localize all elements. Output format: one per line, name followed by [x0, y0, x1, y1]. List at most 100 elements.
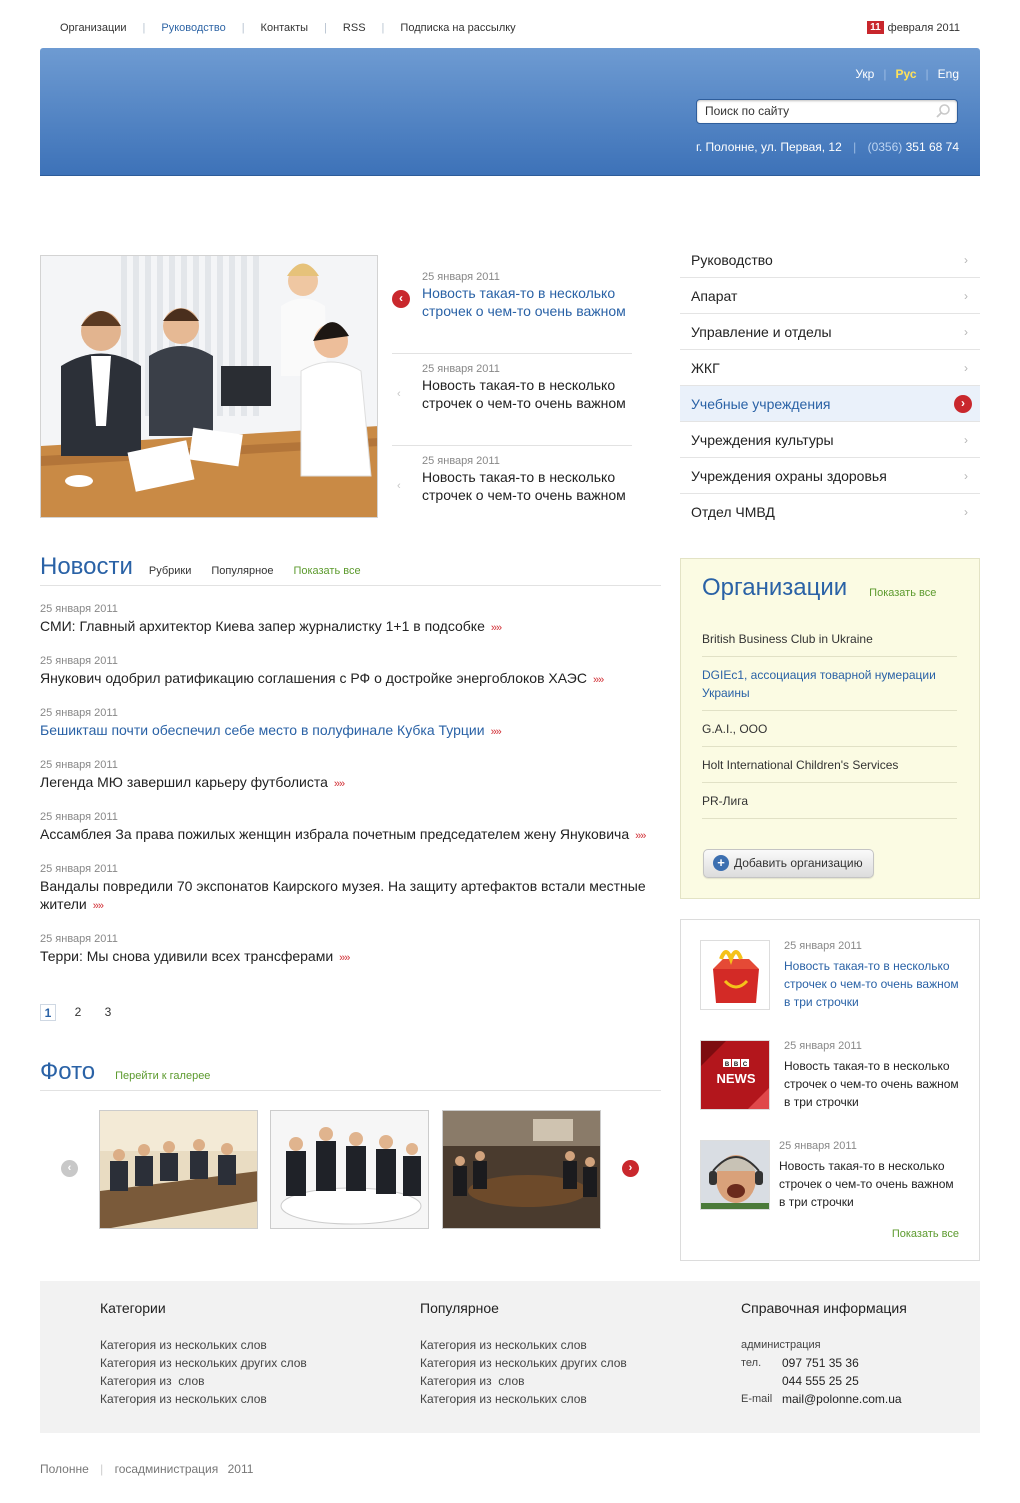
- news-title[interactable]: СМИ: Главный архитектор Киева запер журн…: [40, 618, 485, 634]
- more-arrows-icon[interactable]: »»: [593, 674, 604, 686]
- lang-eng[interactable]: Eng: [938, 67, 959, 81]
- email-link[interactable]: mail@polonne.com.ua: [782, 1390, 902, 1408]
- organization-item[interactable]: G.A.I., ООО: [702, 711, 957, 747]
- news-title-link[interactable]: Янукович одобрил ратификацию соглашения …: [40, 669, 661, 689]
- news-title-link[interactable]: СМИ: Главный архитектор Киева запер журн…: [40, 617, 661, 637]
- news-title-link[interactable]: Вандалы повредили 70 экспонатов Каирског…: [40, 877, 661, 915]
- menu-item-emergency[interactable]: Отдел ЧМВД ›: [680, 494, 980, 530]
- more-arrows-icon[interactable]: »»: [491, 726, 502, 738]
- news-date: 25 января 2011: [40, 759, 118, 771]
- page-2[interactable]: 2: [70, 1004, 86, 1021]
- gallery-thumbnail[interactable]: [270, 1110, 429, 1229]
- gallery-thumbnail[interactable]: [442, 1110, 601, 1229]
- divider: |: [853, 140, 857, 154]
- side-news-show-all-link[interactable]: Показать все: [892, 1228, 959, 1240]
- featured-news-item[interactable]: ‹ 25 января 2011 Новость такая-то в неск…: [392, 262, 632, 354]
- menu-item-apparatus[interactable]: Апарат ›: [680, 278, 980, 314]
- side-news-thumbnail[interactable]: [700, 1140, 770, 1210]
- page-1[interactable]: 1: [40, 1004, 56, 1021]
- menu-item-leadership[interactable]: Руководство ›: [680, 242, 980, 278]
- date-day-badge: 11: [867, 21, 884, 34]
- more-arrows-icon[interactable]: »»: [635, 830, 646, 842]
- more-arrows-icon[interactable]: »»: [339, 952, 350, 964]
- side-news-item[interactable]: B B C NEWS 25 января 2011 Новость такая-…: [700, 1040, 965, 1112]
- lang-rus[interactable]: Рус: [895, 67, 916, 81]
- organizations-show-all-link[interactable]: Показать все: [869, 587, 936, 599]
- featured-news-item[interactable]: ‹ 25 января 2011 Новость такая-то в неск…: [392, 354, 632, 446]
- footer-link[interactable]: Категория из слов: [420, 1372, 627, 1390]
- topnav-item-leadership[interactable]: Руководство: [161, 22, 225, 34]
- news-title[interactable]: Ассамблея За права пожилых женщин избрал…: [40, 826, 629, 842]
- add-organization-label: Добавить организацию: [734, 856, 863, 870]
- organization-item[interactable]: Holt International Children's Services: [702, 747, 957, 783]
- news-title-link[interactable]: Ассамблея За права пожилых женщин избрал…: [40, 825, 661, 845]
- featured-news-item[interactable]: ‹ 25 января 2011 Новость такая-то в неск…: [392, 446, 632, 538]
- side-news-thumbnail[interactable]: [700, 940, 770, 1010]
- menu-item-health[interactable]: Учреждения охраны здоровья ›: [680, 458, 980, 494]
- footer-link[interactable]: Категория из нескольких слов: [420, 1336, 627, 1354]
- menu-item-housing[interactable]: ЖКГ ›: [680, 350, 980, 386]
- footer-link[interactable]: Категория из слов: [100, 1372, 307, 1390]
- footer-link[interactable]: Категория из нескольких других слов: [100, 1354, 307, 1372]
- topnav-item-contacts[interactable]: Контакты: [261, 22, 309, 34]
- carousel-prev-icon[interactable]: ‹: [61, 1160, 78, 1177]
- news-title-link[interactable]: Легенда МЮ завершил карьеру футболиста »»: [40, 773, 661, 793]
- contact-line: г. Полонне, ул. Первая, 12 | (0356) 351 …: [696, 140, 959, 154]
- side-news-thumbnail[interactable]: B B C NEWS: [700, 1040, 770, 1110]
- side-news-item[interactable]: 25 января 2011 Новость такая-то в нескол…: [700, 940, 965, 1012]
- footer-link[interactable]: Категория из нескольких слов: [420, 1390, 627, 1408]
- topnav-item-subscribe[interactable]: Подписка на рассылку: [400, 22, 515, 34]
- empty-label: [741, 1372, 782, 1390]
- organizations-heading: Организации: [702, 574, 848, 601]
- menu-item-education[interactable]: Учебные учреждения ›: [680, 386, 980, 422]
- side-news-item[interactable]: 25 января 2011 Новость такая-то в нескол…: [700, 1140, 965, 1212]
- news-title[interactable]: Легенда МЮ завершил карьеру футболиста: [40, 774, 328, 790]
- featured-photo[interactable]: [40, 255, 378, 518]
- more-arrows-icon[interactable]: »»: [93, 900, 104, 912]
- news-show-all-link[interactable]: Показать все: [293, 565, 360, 577]
- news-title[interactable]: Новость такая-то в несколько строчек о ч…: [784, 1057, 964, 1111]
- news-title-link[interactable]: Бешикташ почти обеспечил себе место в по…: [40, 721, 661, 741]
- chevron-right-icon: ›: [964, 289, 968, 303]
- news-title[interactable]: Новость такая-то в несколько строчек о ч…: [784, 957, 964, 1011]
- footer-link[interactable]: Категория из нескольких слов: [100, 1336, 307, 1354]
- organization-item[interactable]: PR-Лига: [702, 783, 957, 819]
- tab-categories[interactable]: Рубрики: [149, 565, 191, 577]
- news-title[interactable]: Янукович одобрил ратификацию соглашения …: [40, 670, 587, 686]
- chevron-right-icon: ›: [964, 361, 968, 375]
- news-title[interactable]: Новость такая-то в несколько строчек о ч…: [779, 1157, 959, 1211]
- topnav-item-rss[interactable]: RSS: [343, 22, 366, 34]
- news-title[interactable]: Бешикташ почти обеспечил себе место в по…: [40, 722, 485, 738]
- divider: |: [883, 67, 887, 81]
- more-arrows-icon[interactable]: »»: [334, 778, 345, 790]
- more-arrows-icon[interactable]: »»: [491, 622, 502, 634]
- menu-item-departments[interactable]: Управление и отделы ›: [680, 314, 980, 350]
- organization-item[interactable]: British Business Club in Ukraine: [702, 621, 957, 657]
- news-title[interactable]: Терри: Мы снова удивили всех трансферами: [40, 948, 333, 964]
- news-title[interactable]: Новость такая-то в несколько строчек о ч…: [422, 468, 632, 504]
- search-icon[interactable]: [935, 103, 951, 119]
- list-item: 25 января 2011 Ассамблея За права пожилы…: [40, 811, 661, 845]
- tab-popular[interactable]: Популярное: [211, 565, 273, 577]
- news-title[interactable]: Новость такая-то в несколько строчек о ч…: [422, 284, 632, 320]
- phone-code: (0356): [867, 140, 903, 154]
- footer-link[interactable]: Категория из нескольких других слов: [420, 1354, 627, 1372]
- search-input[interactable]: [705, 100, 925, 122]
- organization-item[interactable]: DGIEc1, ассоциация товарной нумерации Ук…: [702, 657, 957, 711]
- gallery-link[interactable]: Перейти к галерее: [115, 1070, 210, 1082]
- topnav-item-organizations[interactable]: Организации: [60, 22, 127, 34]
- copyright-line: Полонне | госадминистрация 2011: [40, 1462, 253, 1476]
- menu-item-culture[interactable]: Учреждения культуры ›: [680, 422, 980, 458]
- chevron-right-icon: ›: [964, 433, 968, 447]
- news-title[interactable]: Вандалы повредили 70 экспонатов Каирског…: [40, 878, 646, 912]
- lang-ukr[interactable]: Укр: [855, 67, 874, 81]
- news-title[interactable]: Новость такая-то в несколько строчек о ч…: [422, 376, 632, 412]
- news-title-link[interactable]: Терри: Мы снова удивили всех трансферами…: [40, 947, 661, 967]
- gallery-thumbnail[interactable]: [99, 1110, 258, 1229]
- news-date: 25 января 2011: [40, 655, 118, 667]
- carousel-next-icon[interactable]: ›: [622, 1160, 639, 1177]
- footer-link[interactable]: Категория из нескольких слов: [100, 1390, 307, 1408]
- chevron-left-icon[interactable]: ‹: [392, 290, 410, 308]
- add-organization-button[interactable]: + Добавить организацию: [703, 849, 874, 878]
- page-3[interactable]: 3: [100, 1004, 116, 1021]
